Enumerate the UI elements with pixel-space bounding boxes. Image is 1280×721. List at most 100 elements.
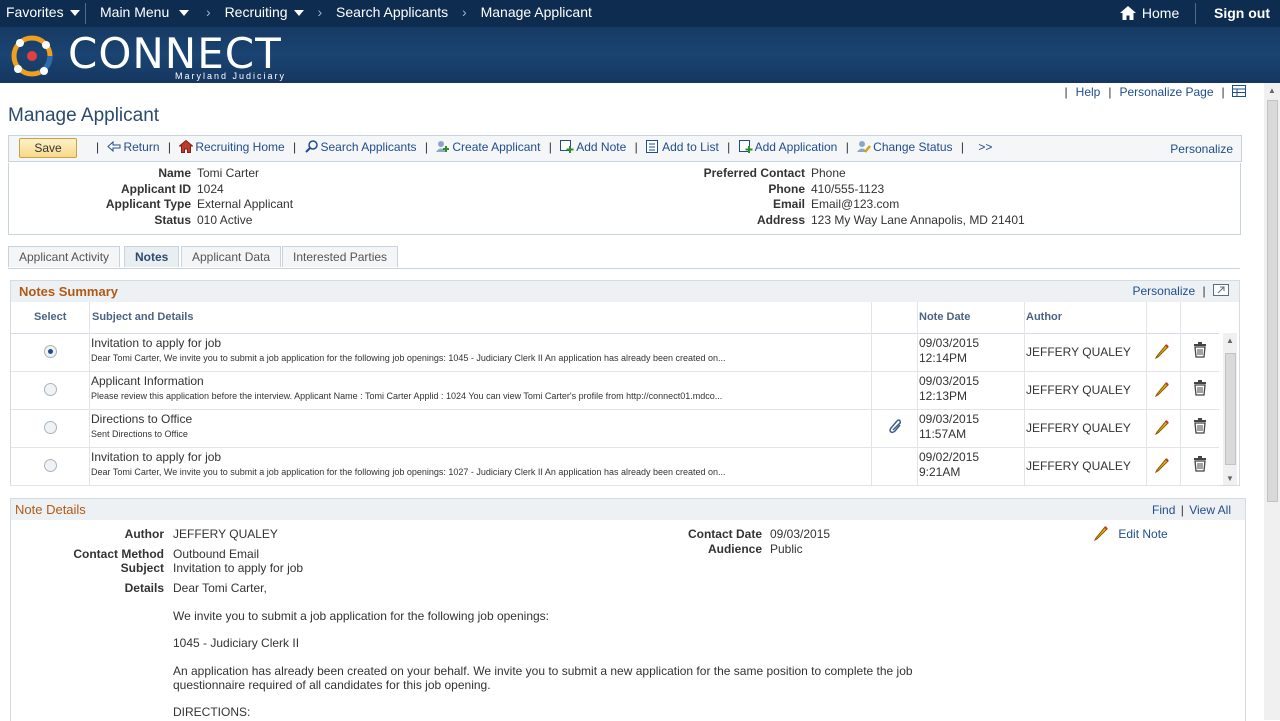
delete-trash-icon[interactable] <box>1193 342 1207 358</box>
note-subject: Applicant Information <box>91 374 204 388</box>
tab-notes[interactable]: Notes <box>124 246 180 267</box>
home-label: Home <box>1141 5 1180 21</box>
scrollbar-thumb[interactable] <box>1225 353 1236 465</box>
toolbar-personalize-link[interactable]: Personalize <box>1170 142 1233 156</box>
return-link[interactable]: Return <box>107 140 160 154</box>
home-link[interactable]: Home <box>1120 5 1179 21</box>
applicant-name: Tomi Carter <box>197 166 260 180</box>
page-utility-links: | Help | Personalize Page | <box>1061 85 1246 99</box>
chevron-right-icon: › <box>317 4 323 20</box>
add-person-icon <box>436 141 450 152</box>
sign-out-link[interactable]: Sign out <box>1214 5 1270 21</box>
scroll-up-icon[interactable]: ▲ <box>1268 86 1276 95</box>
help-link[interactable]: Help <box>1072 85 1105 99</box>
notes-grid-header: Select Subject and Details Note Date Aut… <box>11 302 1219 334</box>
note-details-header: Note Details Find | View All <box>11 499 1245 520</box>
row-select-radio[interactable] <box>44 345 57 358</box>
chevron-right-icon: › <box>206 4 211 20</box>
expand-grid-icon[interactable] <box>1213 284 1229 296</box>
note-date: 09/03/2015 11:57AM <box>919 412 979 442</box>
breadcrumb-recruiting[interactable]: Recruiting <box>225 4 288 20</box>
tab-interested-parties[interactable]: Interested Parties <box>282 246 399 267</box>
find-link[interactable]: Find <box>1152 503 1175 517</box>
delete-trash-icon[interactable] <box>1193 418 1207 434</box>
add-application-link[interactable]: Add Application <box>738 140 837 154</box>
column-author[interactable]: Author <box>1026 311 1062 323</box>
recruiting-home-link[interactable]: Recruiting Home <box>179 140 285 154</box>
grid-scrollbar[interactable]: ▲ ▼ <box>1223 333 1237 485</box>
personalize-page-link[interactable]: Personalize Page <box>1115 85 1217 99</box>
audience-value: Public <box>770 542 803 556</box>
edit-pencil-icon <box>1093 526 1108 542</box>
favorites-menu[interactable]: Favorites <box>6 4 80 20</box>
layout-icon[interactable] <box>1232 85 1246 97</box>
main-menu[interactable]: Main Menu <box>100 4 190 20</box>
note-details: Sent Directions to Office <box>91 429 188 439</box>
row-select-radio[interactable] <box>44 459 57 472</box>
page-scrollbar[interactable]: ▲ <box>1264 83 1280 720</box>
more-actions-link[interactable]: >> <box>978 140 992 154</box>
details-body-line: 1045 - Judiciary Clerk II <box>173 636 300 650</box>
change-status-link[interactable]: Change Status <box>857 140 953 154</box>
table-row[interactable]: Invitation to apply for job Dear Tomi Ca… <box>11 333 1219 372</box>
edit-pencil-icon[interactable] <box>1154 457 1170 473</box>
column-subject: Subject and Details <box>92 311 194 323</box>
preferred-contact-label: Preferred Contact <box>703 166 805 180</box>
table-row[interactable]: Directions to Office Sent Directions to … <box>11 409 1219 448</box>
contact-method-label: Contact Method <box>73 547 164 561</box>
table-row[interactable]: Invitation to apply for job Dear Tomi Ca… <box>11 447 1219 486</box>
details-body-line: We invite you to submit a job applicatio… <box>173 609 550 623</box>
edit-pencil-icon[interactable] <box>1154 381 1170 397</box>
note-author: JEFFERY QUALEY <box>1026 421 1131 435</box>
save-button[interactable]: Save <box>19 138 77 158</box>
row-select-radio[interactable] <box>44 421 57 434</box>
tab-applicant-data[interactable]: Applicant Data <box>181 246 282 267</box>
grid-tools: Personalize | <box>1132 284 1229 298</box>
applicant-info-panel: Name Tomi Carter Applicant ID 1024 Appli… <box>8 163 1241 235</box>
note-details: Dear Tomi Carter, We invite you to submi… <box>91 353 726 363</box>
note-details-title: Note Details <box>15 502 86 517</box>
action-toolbar: Save | Return | Recruiting Home | Search… <box>8 135 1242 162</box>
note-date-time: 11:57AM <box>919 427 967 441</box>
list-icon <box>646 140 659 153</box>
tab-bar: Applicant Activity Notes Applicant Data … <box>8 246 1240 269</box>
audience-label: Audience <box>707 542 762 556</box>
grid-personalize-link[interactable]: Personalize <box>1132 284 1195 298</box>
change-status-icon <box>857 141 872 153</box>
edit-pencil-icon[interactable] <box>1154 419 1170 435</box>
page-scrollbar-thumb[interactable] <box>1267 100 1278 502</box>
note-details: Dear Tomi Carter, We invite you to submi… <box>91 467 726 477</box>
chevron-down-icon <box>179 10 190 17</box>
delete-trash-icon[interactable] <box>1193 456 1207 472</box>
tab-applicant-activity[interactable]: Applicant Activity <box>8 246 121 267</box>
create-applicant-link[interactable]: Create Applicant <box>436 140 540 154</box>
add-note-link[interactable]: Add Note <box>560 140 626 154</box>
delete-trash-icon[interactable] <box>1193 380 1207 396</box>
row-select-radio[interactable] <box>44 383 57 396</box>
edit-note-link[interactable]: Edit Note <box>1093 525 1168 542</box>
note-details: Please review this application before th… <box>91 391 723 401</box>
notes-summary-panel: Notes Summary Personalize | Select Subje… <box>10 280 1240 486</box>
scroll-up-icon[interactable]: ▲ <box>1226 336 1234 345</box>
view-all-link[interactable]: View All <box>1189 503 1231 517</box>
breadcrumb-search-applicants[interactable]: Search Applicants <box>336 4 448 20</box>
add-note-label: Add Note <box>576 140 627 154</box>
attachment-paperclip-icon[interactable] <box>887 418 901 434</box>
add-to-list-link[interactable]: Add to List <box>646 140 719 154</box>
home-icon <box>1120 6 1136 20</box>
email-value: Email@123.com <box>811 197 900 211</box>
name-label: Name <box>158 166 191 180</box>
details-nav: Find | View All <box>1152 503 1231 517</box>
table-row[interactable]: Applicant Information Please review this… <box>11 371 1219 410</box>
divider <box>1195 3 1196 24</box>
search-applicants-link[interactable]: Search Applicants <box>304 140 417 154</box>
column-note-date[interactable]: Note Date <box>919 311 970 323</box>
breadcrumb-manage-applicant: Manage Applicant <box>480 4 592 20</box>
email-label: Email <box>772 197 805 211</box>
note-date-day: 09/03/2015 <box>919 374 980 388</box>
favorites-label: Favorites <box>6 4 64 20</box>
search-people-icon <box>304 140 318 153</box>
scroll-down-icon[interactable]: ▼ <box>1226 474 1234 483</box>
edit-pencil-icon[interactable] <box>1154 343 1170 359</box>
return-arrow-icon <box>107 140 121 153</box>
